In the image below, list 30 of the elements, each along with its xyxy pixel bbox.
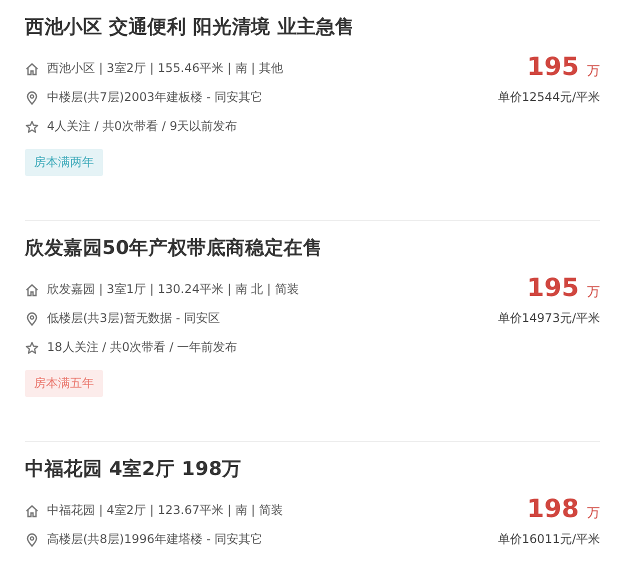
listing-tag: 房本满五年 [25,370,103,397]
price-unit: 万 [587,284,600,301]
listing-tag: 房本满两年 [25,149,103,176]
listing-title[interactable]: 中福花园 4室2厅 198万 [25,456,283,482]
price-unit: 万 [587,63,600,80]
unit-price: 单价14973元/平米 [498,310,600,327]
star-icon [25,120,39,134]
house-icon [25,62,39,76]
floor-info: 中楼层(共7层)2003年建板楼 - 同安其它 [47,89,262,106]
location-pin-icon [25,312,39,326]
listing-title[interactable]: 西池小区 交通便利 阳光清境 业主急售 [25,14,355,40]
unit-price: 单价16011元/平米 [498,531,600,548]
total-price: 195 [526,52,579,81]
follow-info: 18人关注 / 共0次带看 / 一年前发布 [47,339,238,356]
unit-price: 单价12544元/平米 [498,89,600,106]
listing-title[interactable]: 欣发嘉园50年产权带底商稳定在售 [25,235,322,261]
total-price: 198 [526,494,579,523]
house-icon [25,504,39,518]
house-info: 欣发嘉园 | 3室1厅 | 130.24平米 | 南 北 | 简装 [47,281,299,298]
floor-info: 高楼层(共8层)1996年建塔楼 - 同安其它 [47,531,262,548]
total-price: 195 [526,273,579,302]
follow-info: 4人关注 / 共0次带看 / 9天以前发布 [47,118,238,135]
house-icon [25,282,39,296]
house-info: 西池小区 | 3室2厅 | 155.46平米 | 南 | 其他 [47,60,283,77]
floor-info: 低楼层(共3层)暂无数据 - 同安区 [47,310,220,327]
star-icon [25,340,39,354]
location-pin-icon [25,532,39,546]
location-pin-icon [25,90,39,104]
house-info: 中福花园 | 4室2厅 | 123.67平米 | 南 | 简装 [47,502,283,519]
price-unit: 万 [587,505,600,522]
